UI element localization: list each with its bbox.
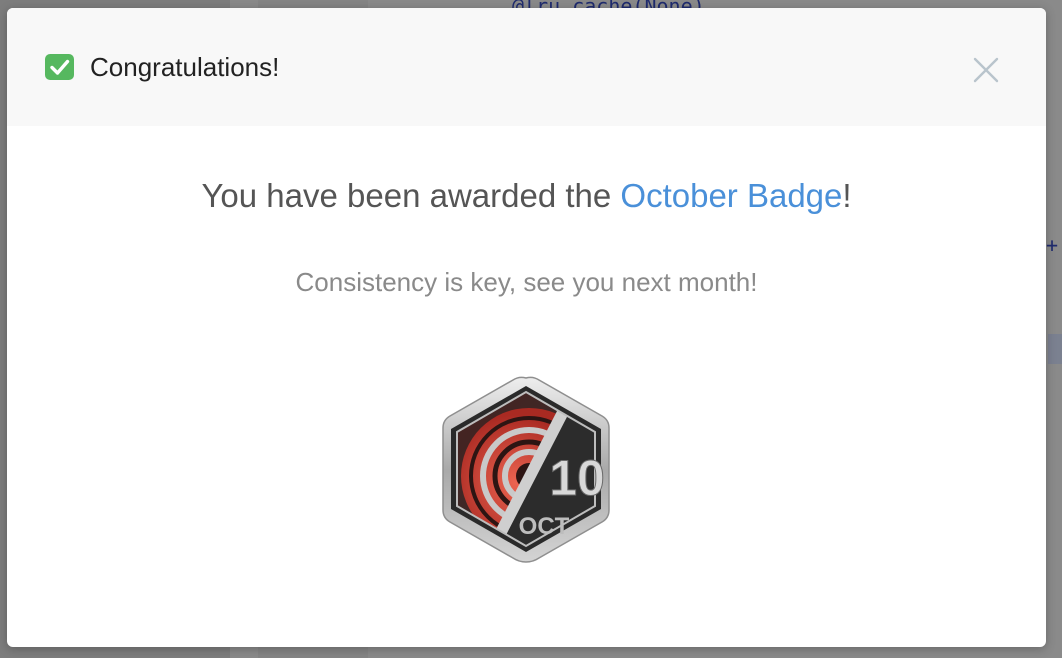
october-badge-link[interactable]: October Badge	[620, 177, 842, 214]
close-icon	[973, 57, 999, 83]
badge-award-modal: Congratulations! You have been awarded t…	[7, 8, 1046, 647]
october-badge-icon: 10 OCT	[442, 376, 610, 563]
headline-suffix: !	[842, 177, 852, 214]
award-headline: You have been awarded the October Badge!	[7, 176, 1046, 216]
badge-month: OCT	[519, 513, 570, 540]
close-button[interactable]	[968, 52, 1004, 88]
background-plus-glyph: +	[1046, 233, 1059, 257]
check-mark-button-icon	[45, 54, 74, 80]
badge-number: 10	[549, 450, 605, 506]
modal-title: Congratulations!	[90, 52, 280, 82]
background-highlight-strip	[1048, 334, 1062, 364]
modal-header: Congratulations!	[7, 8, 1046, 126]
award-subtitle: Consistency is key, see you next month!	[295, 267, 758, 297]
headline-prefix: You have been awarded the	[201, 177, 621, 214]
